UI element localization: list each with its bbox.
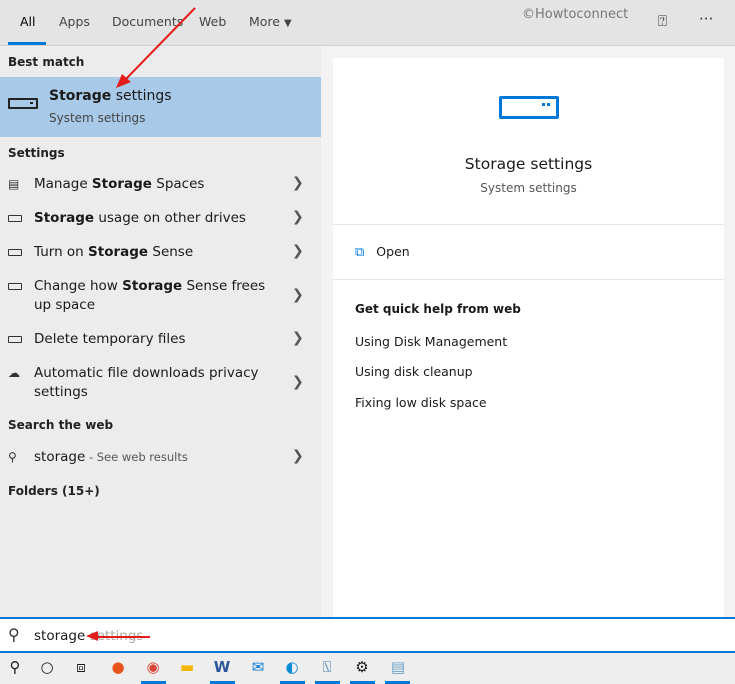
taskbar: ⚲ ○ ⧈ ● ◉ ▬ W ✉ ◐ ⍂ ⚙ ▤ [0,653,735,684]
mail-icon[interactable]: ✉ [247,658,269,678]
settings-icon[interactable]: ⚙ [351,658,373,678]
performance-monitor-icon[interactable]: ⍂ [316,658,338,678]
notepad-icon[interactable]: ▤ [387,658,409,678]
task-view-icon[interactable]: ⧈ [70,658,92,678]
word-icon[interactable]: W [211,658,233,678]
file-explorer-icon[interactable]: ▬ [176,658,198,678]
cortana-icon[interactable]: ○ [36,658,58,678]
chrome-icon[interactable]: ◉ [142,658,164,678]
edge-icon[interactable]: ◐ [281,658,303,678]
firefox-icon[interactable]: ● [107,658,129,678]
annotation-arrows [86,7,196,641]
search-icon[interactable]: ⚲ [4,658,26,678]
